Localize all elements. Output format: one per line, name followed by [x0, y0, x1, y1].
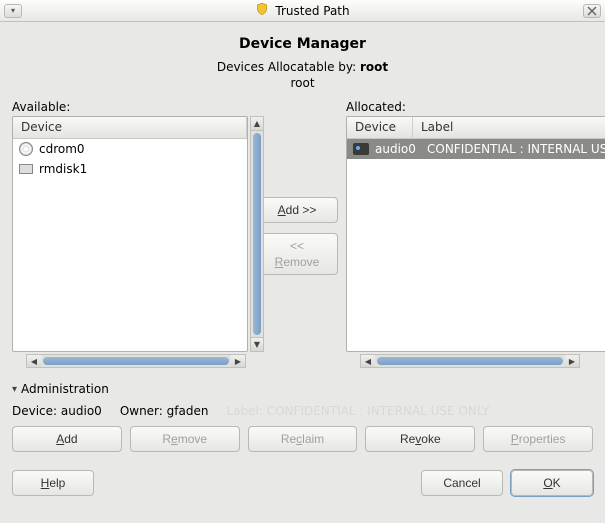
administration-expander[interactable]: ▾ Administration: [12, 382, 593, 396]
allocated-horizontal-scrollbar[interactable]: ◀ ▶: [360, 354, 580, 368]
available-body[interactable]: cdrom0 rmdisk1: [13, 139, 247, 351]
device-name: audio0: [375, 142, 421, 156]
close-button[interactable]: [583, 4, 601, 18]
administration-heading: Administration: [21, 382, 109, 396]
help-button[interactable]: Help: [12, 470, 94, 496]
admin-label-value: CONFIDENTIAL : INTERNAL USE ONLY: [267, 404, 490, 418]
scroll-left-arrow[interactable]: ◀: [361, 355, 375, 367]
chevron-down-icon: ▾: [12, 384, 17, 395]
allocated-body[interactable]: audio0 CONFIDENTIAL : INTERNAL USE ONLY: [347, 139, 605, 351]
administration-section: ▾ Administration Device: audio0 Owner: g…: [12, 382, 593, 452]
admin-properties-button[interactable]: Properties: [483, 426, 593, 452]
administration-buttons: Add Remove Reclaim Revoke Properties: [12, 426, 593, 452]
list-item[interactable]: audio0 CONFIDENTIAL : INTERNAL USE ONLY: [347, 139, 605, 159]
scroll-right-arrow[interactable]: ▶: [565, 355, 579, 367]
scroll-up-arrow[interactable]: ▲: [251, 117, 263, 131]
disk-icon: [19, 164, 33, 174]
titlebar: ▾ Trusted Path: [0, 0, 605, 22]
allocated-column: Allocated: Device Label audio0 CONFIDENT…: [346, 100, 605, 368]
cd-icon: [19, 142, 33, 156]
available-horizontal-scrollbar[interactable]: ◀ ▶: [26, 354, 246, 368]
ok-button[interactable]: OK: [511, 470, 593, 496]
administration-details: Device: audio0 Owner: gfaden Label: CONF…: [12, 404, 593, 418]
device-name: rmdisk1: [39, 162, 87, 176]
available-label: Available:: [12, 100, 248, 114]
audio-icon: [353, 143, 369, 155]
dialog-footer: Help Cancel OK: [12, 470, 593, 496]
scroll-right-arrow[interactable]: ▶: [231, 355, 245, 367]
available-header: Device: [13, 117, 247, 139]
allocated-header-device[interactable]: Device: [347, 117, 413, 138]
scroll-down-arrow[interactable]: ▼: [251, 337, 263, 351]
list-item[interactable]: rmdisk1: [13, 159, 247, 179]
admin-add-button[interactable]: Add: [12, 426, 122, 452]
scroll-left-arrow[interactable]: ◀: [27, 355, 41, 367]
allocatable-by-line2: root: [12, 76, 593, 90]
window-menu-button[interactable]: ▾: [4, 4, 22, 18]
allocated-label: Allocated:: [346, 100, 605, 114]
list-item[interactable]: cdrom0: [13, 139, 247, 159]
add-transfer-button[interactable]: Add >>: [256, 197, 338, 223]
device-name: cdrom0: [39, 142, 85, 156]
allocated-listbox[interactable]: Device Label audio0 CONFIDENTIAL : INTER…: [346, 116, 605, 352]
page-title: Device Manager: [12, 36, 593, 52]
allocated-header-label[interactable]: Label: [413, 117, 605, 138]
available-column: Available: Device cdrom0 rmdisk1: [12, 100, 248, 368]
admin-device-value: audio0: [61, 404, 102, 418]
content-area: Device Manager Devices Allocatable by: r…: [0, 22, 605, 504]
shield-icon: [255, 2, 269, 19]
admin-owner-value: gfaden: [167, 404, 209, 418]
admin-remove-button[interactable]: Remove: [130, 426, 240, 452]
remove-transfer-button[interactable]: << Remove: [256, 233, 338, 275]
device-label: CONFIDENTIAL : INTERNAL USE ONLY: [427, 142, 605, 156]
allocated-header: Device Label: [347, 117, 605, 139]
window-title: Trusted Path: [275, 4, 349, 18]
available-vertical-scrollbar[interactable]: ▲ ▼: [250, 116, 264, 352]
scroll-thumb[interactable]: [43, 357, 229, 365]
admin-revoke-button[interactable]: Revoke: [365, 426, 475, 452]
available-header-device[interactable]: Device: [13, 117, 247, 138]
admin-reclaim-button[interactable]: Reclaim: [248, 426, 358, 452]
cancel-button[interactable]: Cancel: [421, 470, 503, 496]
allocatable-by: Devices Allocatable by: root: [12, 60, 593, 74]
scroll-thumb[interactable]: [253, 133, 261, 335]
available-listbox[interactable]: Device cdrom0 rmdisk1: [12, 116, 248, 352]
scroll-thumb[interactable]: [377, 357, 563, 365]
